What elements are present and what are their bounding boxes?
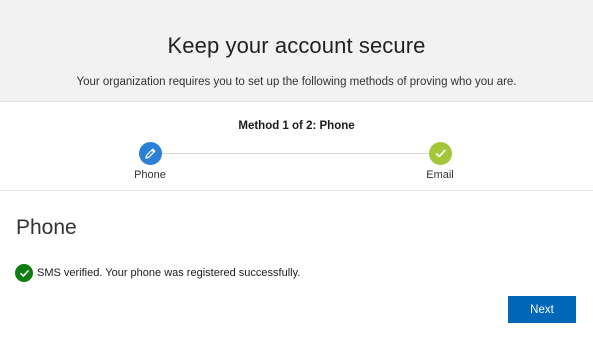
status-message: SMS verified. Your phone was registered … [15,264,300,282]
step-connector-line [150,153,440,154]
step-phone-label: Phone [134,169,166,181]
page-subtitle: Your organization requires you to set up… [76,76,517,88]
page-title: Keep your account secure [167,33,426,58]
next-button[interactable]: Next [508,296,576,323]
status-text: SMS verified. Your phone was registered … [37,267,301,279]
step-phone: Phone [120,142,180,181]
pencil-icon [138,142,162,165]
account-security-wizard: Keep your account secure Your organizati… [0,0,593,339]
header-banner: Keep your account secure Your organizati… [0,0,593,102]
method-progress: Method 1 of 2: Phone Phone Email [0,102,593,191]
method-step-label: Method 1 of 2: Phone [238,120,355,132]
section-title: Phone [16,216,77,239]
step-email: Email [410,142,470,181]
checkmark-icon [428,142,452,165]
success-check-icon [15,264,33,282]
step-email-label: Email [426,169,454,181]
